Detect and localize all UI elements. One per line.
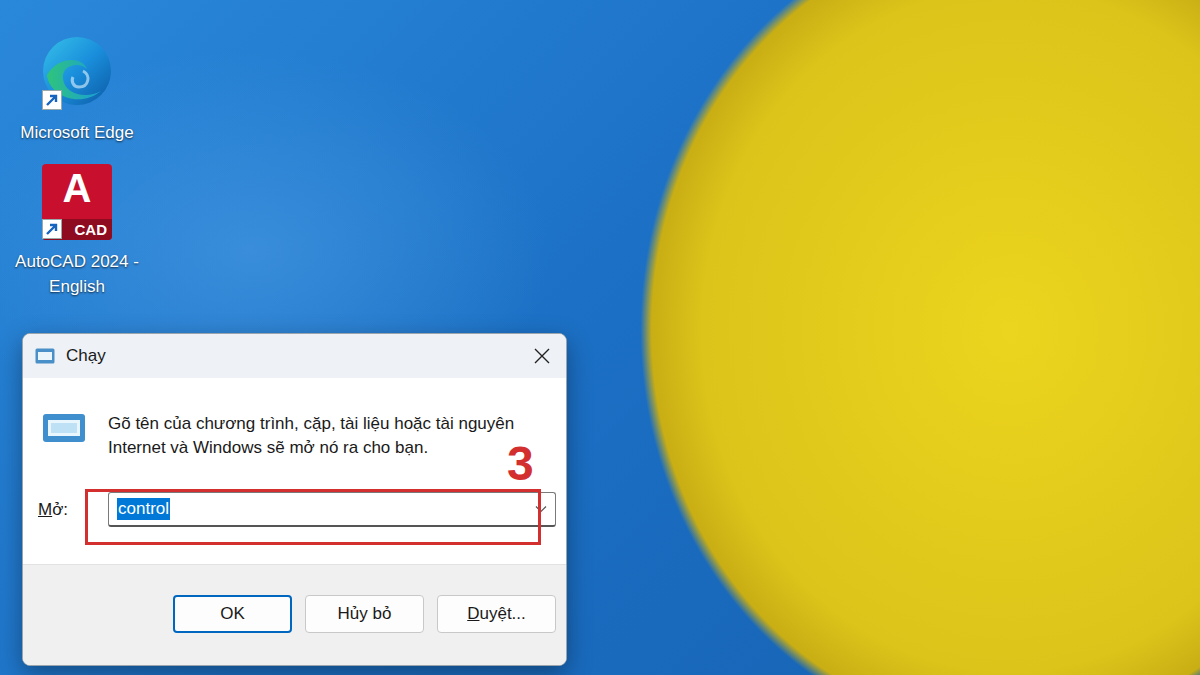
desktop-icon-label: AutoCAD 2024 - English <box>2 249 152 299</box>
dialog-body: Gõ tên của chương trình, cặp, tài liệu h… <box>23 378 566 460</box>
dialog-button[interactable]: Duyệt... <box>437 595 556 633</box>
logo-letter: A <box>63 164 92 208</box>
run-icon <box>35 348 55 364</box>
description: Gõ tên của chương trình, cặp, tài liệu h… <box>108 412 554 460</box>
window-title: Chạy <box>66 346 521 366</box>
desktop-icon[interactable]: A CAD AutoCAD 2024 - English <box>0 163 154 299</box>
desktop-icon[interactable]: Microsoft Edge <box>0 34 154 145</box>
close-icon[interactable] <box>532 346 552 366</box>
open-row: Mở: control <box>23 460 566 527</box>
button-bar: OK Hủy bỏ Duyệt... <box>23 564 566 665</box>
edge-icon <box>38 34 116 112</box>
open-input[interactable]: control <box>108 492 556 527</box>
desktop: Microsoft Edge A CAD AutoCAD 2024 - Engli… <box>0 0 1200 675</box>
desktop-icon-label: Microsoft Edge <box>20 120 133 145</box>
shortcut-arrow-icon <box>42 90 62 110</box>
dialog-button[interactable]: Hủy bỏ <box>305 595 424 633</box>
highlight-rectangle <box>85 489 541 545</box>
desktop-icons: Microsoft Edge A CAD AutoCAD 2024 - Engli… <box>0 0 154 299</box>
shortcut-arrow-icon <box>42 219 62 239</box>
title-bar: Chạy <box>23 334 566 378</box>
open-label: Mở: <box>38 500 108 520</box>
input-value: control <box>117 498 170 520</box>
run-dialog: Chạy Gõ tên của chương trình, cặp, tài l… <box>22 333 567 666</box>
dialog-button[interactable]: OK <box>173 595 292 633</box>
autocad-icon: A CAD <box>38 163 116 241</box>
dropdown-chevron-icon[interactable] <box>535 505 547 513</box>
step-number: 3 <box>507 440 534 488</box>
run-program-icon <box>42 412 86 444</box>
